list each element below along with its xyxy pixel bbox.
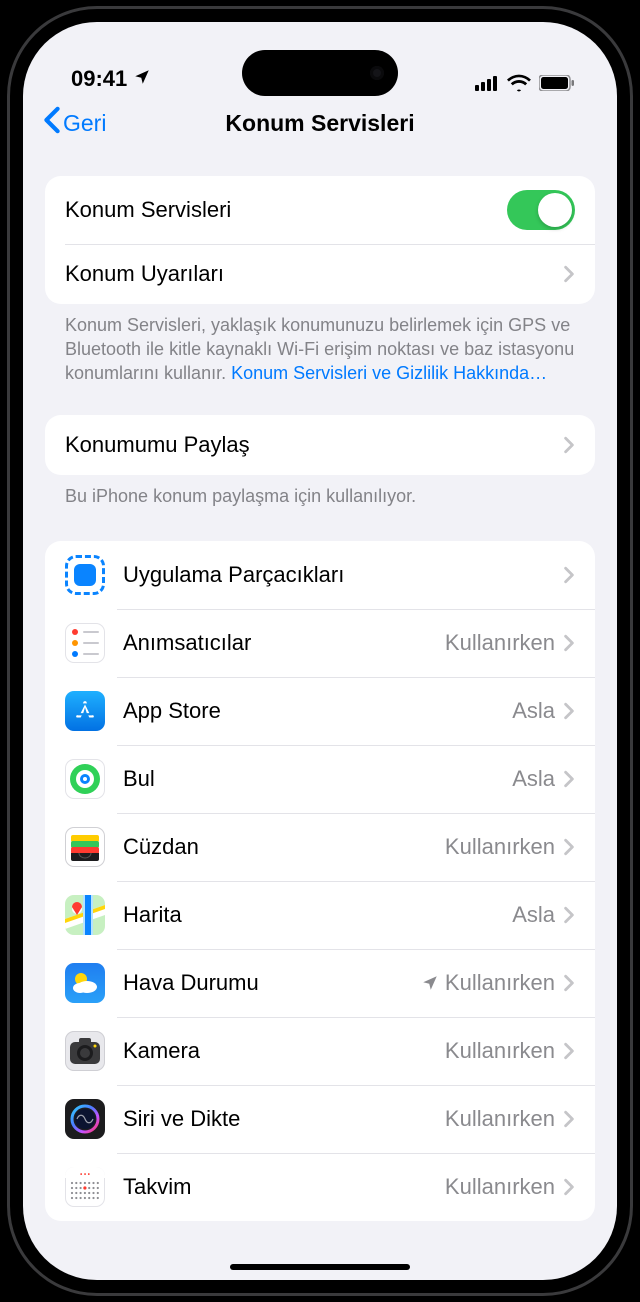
app-row-find[interactable]: Bul Asla (45, 745, 595, 813)
chevron-right-icon (563, 906, 575, 924)
row-label: Konum Servisleri (65, 197, 507, 223)
app-name: Uygulama Parçacıkları (123, 562, 563, 588)
app-row-maps[interactable]: Harita Asla (45, 881, 595, 949)
app-row-widgets[interactable]: Uygulama Parçacıkları (45, 541, 595, 609)
siri-icon (65, 1099, 105, 1139)
cellular-icon (475, 75, 499, 91)
chevron-right-icon (563, 702, 575, 720)
app-status: Asla (512, 766, 555, 792)
chevron-right-icon (563, 1110, 575, 1128)
app-status: Asla (512, 698, 555, 724)
nav-bar: Geri Konum Servisleri (23, 94, 617, 152)
home-indicator[interactable] (230, 1264, 410, 1270)
row-label: Konum Uyarıları (65, 261, 563, 287)
location-arrow-icon (133, 66, 151, 92)
app-status: Kullanırken (445, 970, 555, 996)
wifi-icon (507, 74, 531, 92)
dynamic-island (242, 50, 398, 96)
footer-location-services: Konum Servisleri, yaklaşık konumunuzu be… (45, 304, 595, 385)
app-row-wallet[interactable]: Cüzdan Kullanırken (45, 813, 595, 881)
app-name: Cüzdan (123, 834, 445, 860)
find-icon (65, 759, 105, 799)
app-status: Kullanırken (445, 1174, 555, 1200)
chevron-right-icon (563, 265, 575, 283)
app-name: Takvim (123, 1174, 445, 1200)
chevron-right-icon (563, 838, 575, 856)
app-row-camera[interactable]: Kamera Kullanırken (45, 1017, 595, 1085)
weather-icon (65, 963, 105, 1003)
app-name: Hava Durumu (123, 970, 421, 996)
reminders-icon (65, 623, 105, 663)
group-location-settings: Konum Servisleri Konum Uyarıları (45, 176, 595, 304)
chevron-right-icon (563, 436, 575, 454)
chevron-right-icon (563, 634, 575, 652)
app-status: Kullanırken (445, 834, 555, 860)
svg-text:• • •: • • • (80, 1172, 90, 1178)
footer-share-location: Bu iPhone konum paylaşma için kullanılıy… (45, 475, 595, 509)
app-name: App Store (123, 698, 512, 724)
appstore-icon (65, 691, 105, 731)
row-location-services[interactable]: Konum Servisleri (45, 176, 595, 244)
back-label: Geri (63, 110, 106, 137)
app-status: Asla (512, 902, 555, 928)
app-name: Siri ve Dikte (123, 1106, 445, 1132)
app-row-siri[interactable]: Siri ve Dikte Kullanırken (45, 1085, 595, 1153)
content[interactable]: Konum Servisleri Konum Uyarıları Konum S… (23, 152, 617, 1280)
app-row-reminders[interactable]: Anımsatıcılar Kullanırken (45, 609, 595, 677)
app-name: Bul (123, 766, 512, 792)
battery-icon (539, 75, 575, 91)
app-name: Harita (123, 902, 512, 928)
app-row-weather[interactable]: Hava Durumu Kullanırken (45, 949, 595, 1017)
row-location-alerts[interactable]: Konum Uyarıları (45, 244, 595, 304)
calendar-icon: • • • (65, 1167, 105, 1207)
app-row-calendar[interactable]: • • • Takvim Kullanırken (45, 1153, 595, 1221)
group-app-list: Uygulama Parçacıkları Anımsatıcılar Kull… (45, 541, 595, 1221)
screen: 09:41 (23, 22, 617, 1280)
location-services-toggle[interactable] (507, 190, 575, 230)
app-status: Kullanırken (445, 1106, 555, 1132)
chevron-right-icon (563, 770, 575, 788)
page-title: Konum Servisleri (225, 110, 414, 137)
chevron-right-icon (563, 1178, 575, 1196)
chevron-right-icon (563, 974, 575, 992)
widgets-icon (65, 555, 105, 595)
maps-icon (65, 895, 105, 935)
chevron-right-icon (563, 566, 575, 584)
app-name: Anımsatıcılar (123, 630, 445, 656)
chevron-right-icon (563, 1042, 575, 1060)
location-arrow-icon (421, 974, 439, 992)
app-status: Kullanırken (445, 1038, 555, 1064)
app-name: Kamera (123, 1038, 445, 1064)
back-button[interactable]: Geri (43, 106, 106, 140)
group-share-location: Konumumu Paylaş (45, 415, 595, 475)
app-row-appstore[interactable]: App Store Asla (45, 677, 595, 745)
wallet-icon (65, 827, 105, 867)
privacy-link[interactable]: Konum Servisleri ve Gizlilik Hakkında… (231, 363, 547, 383)
app-status: Kullanırken (445, 630, 555, 656)
chevron-left-icon (43, 106, 61, 140)
camera-icon (65, 1031, 105, 1071)
status-time: 09:41 (71, 66, 127, 92)
phone-frame: 09:41 (7, 6, 633, 1296)
row-share-location[interactable]: Konumumu Paylaş (45, 415, 595, 475)
row-label: Konumumu Paylaş (65, 432, 563, 458)
